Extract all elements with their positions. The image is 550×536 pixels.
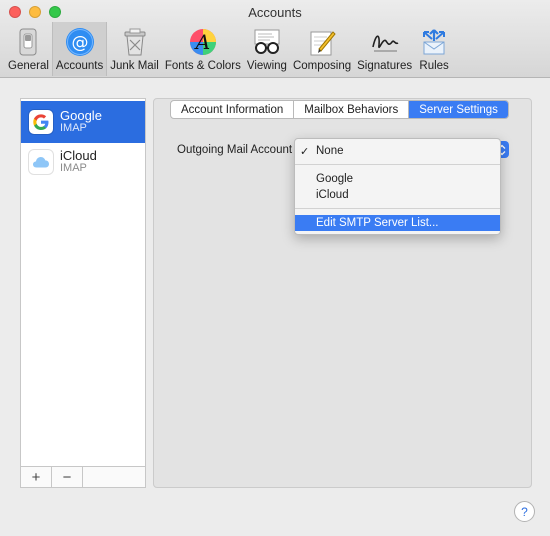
menu-item-none[interactable]: ✓ None	[295, 143, 500, 159]
toolbar-accounts-label: Accounts	[55, 60, 104, 72]
account-text: Google IMAP	[60, 109, 102, 135]
outgoing-account-menu: ✓ None Google iCloud Edit SMTP Server Li…	[294, 138, 501, 235]
toolbar-viewing[interactable]: Viewing	[244, 22, 290, 76]
toolbar-composing-label: Composing	[292, 60, 352, 72]
glasses-icon	[251, 26, 283, 58]
toolbar-fonts-colors-label: Fonts & Colors	[164, 60, 241, 72]
toolbar-accounts[interactable]: @ Accounts	[51, 22, 108, 76]
window-toolbar: Accounts General @ Accounts Junk Mail A …	[0, 0, 550, 78]
toolbar-rules-label: Rules	[419, 60, 449, 72]
account-type: IMAP	[60, 122, 87, 134]
toolbar-rules[interactable]: Rules	[415, 22, 453, 76]
icloud-icon	[29, 150, 53, 174]
menu-item-label: Edit SMTP Server List...	[316, 217, 439, 229]
menu-separator	[295, 208, 500, 209]
pencil-paper-icon	[306, 26, 338, 58]
preferences-toolbar: General @ Accounts Junk Mail A Fonts & C…	[5, 22, 453, 78]
tab-mailbox-behaviors[interactable]: Mailbox Behaviors	[294, 101, 410, 118]
menu-separator	[295, 164, 500, 165]
toolbar-signatures-label: Signatures	[357, 60, 413, 72]
account-name: Google	[60, 108, 102, 123]
outgoing-mail-account-label: Outgoing Mail Account	[177, 144, 293, 156]
accounts-list-footer: + −	[21, 466, 145, 487]
account-type: IMAP	[60, 162, 87, 174]
rules-arrows-icon	[418, 26, 450, 58]
window-title: Accounts	[248, 5, 302, 20]
menu-item-label: iCloud	[316, 189, 349, 201]
menu-item-label: None	[316, 145, 344, 157]
account-row-icloud[interactable]: iCloud IMAP	[21, 141, 145, 183]
toolbar-junk-mail-label: Junk Mail	[110, 60, 159, 72]
account-text: iCloud IMAP	[60, 149, 97, 175]
remove-account-button[interactable]: −	[52, 467, 83, 487]
signature-icon	[369, 26, 401, 58]
menu-item-google[interactable]: Google	[295, 171, 500, 187]
tab-account-information[interactable]: Account Information	[171, 101, 295, 118]
font-palette-icon: A	[187, 26, 219, 58]
at-sign-icon: @	[64, 26, 96, 58]
accounts-list: Google IMAP iCloud IMAP + −	[20, 98, 146, 488]
help-button[interactable]: ?	[514, 501, 535, 522]
toolbar-general-label: General	[8, 60, 49, 72]
settings-tabs: Account Information Mailbox Behaviors Se…	[170, 100, 509, 119]
add-account-button[interactable]: +	[21, 467, 52, 487]
toolbar-composing[interactable]: Composing	[290, 22, 354, 76]
account-row-google[interactable]: Google IMAP	[21, 101, 145, 143]
google-icon	[29, 110, 53, 134]
menu-item-label: Google	[316, 173, 354, 185]
toolbar-junk-mail[interactable]: Junk Mail	[107, 22, 162, 76]
toolbar-general[interactable]: General	[5, 22, 52, 76]
checkmark-icon: ✓	[300, 145, 310, 158]
general-switch-icon	[12, 26, 44, 58]
svg-text:A: A	[194, 30, 210, 54]
menu-item-icloud[interactable]: iCloud	[295, 187, 500, 203]
toolbar-viewing-label: Viewing	[246, 60, 287, 72]
trash-can-icon	[119, 26, 151, 58]
tab-server-settings[interactable]: Server Settings	[409, 101, 508, 118]
toolbar-signatures[interactable]: Signatures	[354, 22, 415, 76]
menu-item-edit-smtp-server-list[interactable]: Edit SMTP Server List...	[295, 215, 500, 231]
toolbar-fonts-colors[interactable]: A Fonts & Colors	[162, 22, 244, 76]
account-name: iCloud	[60, 148, 97, 163]
svg-text:@: @	[71, 33, 88, 53]
